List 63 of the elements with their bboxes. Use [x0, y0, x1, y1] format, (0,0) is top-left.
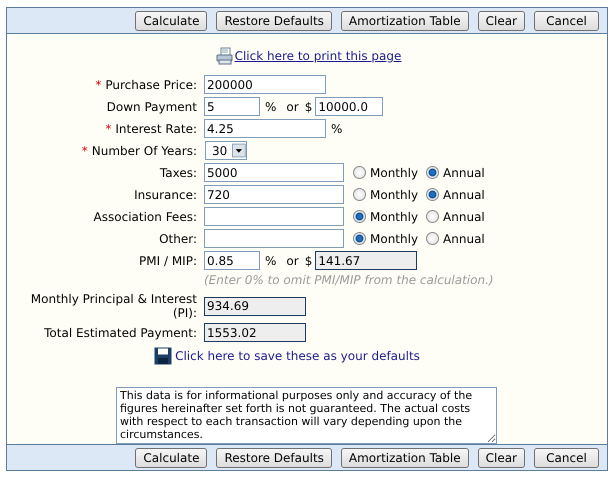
- input-field[interactable]: 4.25: [204, 119, 326, 138]
- radio-button[interactable]: [426, 232, 440, 245]
- toolbar-button[interactable]: Amortization Table: [340, 448, 469, 468]
- field-label: Insurance:: [133, 188, 197, 202]
- unit-label: $: [304, 252, 312, 270]
- input-field[interactable]: 720: [204, 185, 344, 204]
- unit-label: %: [265, 252, 276, 270]
- radio-button[interactable]: [426, 188, 440, 201]
- radio-label: Monthly: [370, 186, 418, 204]
- toolbar-button[interactable]: Restore Defaults: [216, 10, 332, 30]
- input-field[interactable]: 5000: [204, 163, 344, 182]
- or-label: or: [286, 252, 299, 270]
- radio-label: Monthly: [370, 164, 418, 182]
- field-label: Down Payment: [106, 100, 197, 114]
- toolbar-button[interactable]: Restore Defaults: [216, 448, 332, 468]
- radio-label: Monthly: [370, 208, 418, 226]
- unit-label: $: [304, 98, 312, 116]
- input-field[interactable]: [204, 207, 344, 226]
- field-label: PMI / MIP:: [138, 254, 197, 268]
- field-label: Association Fees:: [92, 210, 197, 224]
- radio-label: Monthly: [370, 230, 418, 248]
- toolbar-button[interactable]: Clear: [478, 10, 525, 30]
- field-label: Taxes:: [158, 166, 197, 180]
- input-field[interactable]: 200000: [204, 75, 326, 94]
- disclaimer-textarea[interactable]: This data is for informational purposes only and accuracy of the figures hereinafter set forth is not guaranteed. The actual costs with respect to each transaction will vary depending upon the circumstances.: [116, 387, 497, 444]
- hint-text: (Enter 0% to omit PMI/MIP from the calculation.): [204, 272, 494, 289]
- save-defaults-link[interactable]: Click here to save these as your defaults: [175, 347, 420, 365]
- toolbar-button[interactable]: Amortization Table: [340, 10, 469, 30]
- toolbar-button[interactable]: Cancel: [534, 448, 599, 468]
- radio-label: Annual: [443, 164, 485, 182]
- field-label: Total Estimated Payment:: [43, 326, 197, 340]
- input-field[interactable]: 934.69: [204, 296, 306, 316]
- input-field[interactable]: 5: [204, 97, 260, 116]
- or-label: or: [286, 98, 299, 116]
- toolbar-button[interactable]: Calculate: [135, 448, 208, 468]
- field-label: * Purchase Price:: [94, 78, 197, 92]
- unit-label: %: [331, 120, 342, 138]
- radio-button[interactable]: [353, 188, 366, 201]
- field-label: * Interest Rate:: [104, 122, 197, 136]
- field-label: Other:: [158, 232, 197, 246]
- unit-label: %: [265, 98, 276, 116]
- radio-button[interactable]: [426, 166, 440, 179]
- printer-icon[interactable]: [216, 47, 234, 65]
- radio-button[interactable]: [353, 210, 366, 223]
- print-link[interactable]: Click here to print this page: [234, 47, 402, 65]
- caret-icon[interactable]: [232, 143, 246, 158]
- radio-label: Annual: [443, 230, 485, 248]
- radio-label: Annual: [443, 208, 485, 226]
- field-label: * Number Of Years:: [80, 144, 197, 158]
- input-field[interactable]: 1553.02: [204, 323, 306, 342]
- input-field[interactable]: 0.85: [204, 251, 260, 270]
- radio-button[interactable]: [353, 232, 366, 245]
- toolbar-button[interactable]: Clear: [478, 448, 525, 468]
- years-dropdown[interactable]: 30: [205, 141, 247, 160]
- radio-button[interactable]: [426, 210, 440, 223]
- toolbar-button[interactable]: Cancel: [534, 10, 599, 30]
- toolbar-button[interactable]: Calculate: [135, 10, 208, 30]
- radio-label: Annual: [443, 186, 485, 204]
- input-field[interactable]: 141.67: [315, 251, 418, 270]
- input-field[interactable]: 10000.0: [315, 97, 384, 116]
- input-field[interactable]: [204, 229, 344, 248]
- radio-button[interactable]: [353, 166, 366, 179]
- field-label: Monthly Principal & Interest (PI):: [30, 292, 197, 320]
